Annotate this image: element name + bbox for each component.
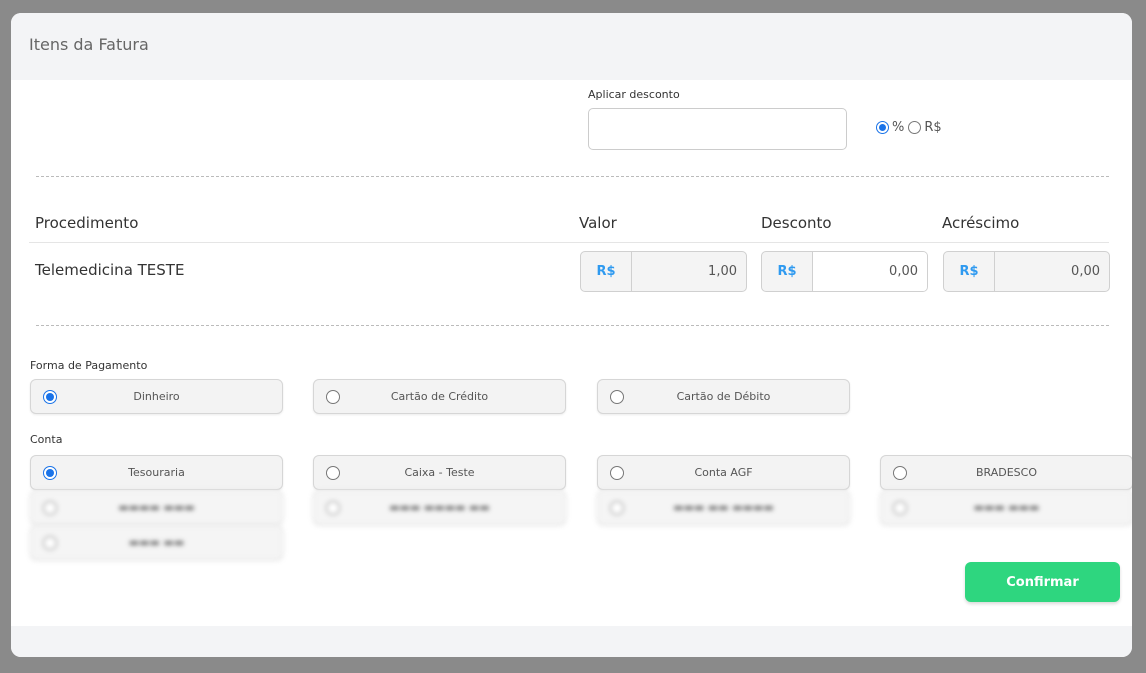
account-option-redacted[interactable]: ▬▬▬ ▬▬▬ <box>880 490 1132 525</box>
payment-option-debit-card[interactable]: Cartão de Débito <box>597 379 850 414</box>
account-option-label: Tesouraria <box>128 466 185 479</box>
account-option-label: BRADESCO <box>975 466 1037 479</box>
account-option-caixa-teste[interactable]: Caixa - Teste <box>313 455 566 490</box>
value-amount: 1,00 <box>708 264 737 279</box>
payment-option-credit-card[interactable]: Cartão de Crédito <box>313 379 566 414</box>
radio-icon[interactable] <box>893 466 907 480</box>
column-header-value: Valor <box>579 214 617 232</box>
column-header-procedure: Procedimento <box>35 214 139 232</box>
account-option-bradesco[interactable]: BRADESCO <box>880 455 1132 490</box>
payment-option-label: Cartão de Crédito <box>390 390 489 403</box>
redacted-label: ▬▬▬ ▬▬ <box>128 536 185 549</box>
invoice-items-modal: Itens da Fatura Aplicar desconto % R$ Pr… <box>11 13 1132 657</box>
radio-icon[interactable] <box>610 390 624 404</box>
discount-field[interactable]: R$ 0,00 <box>761 251 928 292</box>
discount-currency-prefix: R$ <box>762 252 813 291</box>
redacted-label: ▬▬▬ ▬▬ ▬▬▬▬ <box>673 501 774 514</box>
modal-footer <box>11 626 1132 657</box>
account-option-redacted[interactable]: ▬▬▬ ▬▬▬▬ ▬▬ <box>313 490 566 525</box>
payment-method-label: Forma de Pagamento <box>30 359 148 372</box>
payment-option-label: Cartão de Débito <box>676 390 771 403</box>
radio-icon[interactable] <box>43 466 57 480</box>
radio-icon[interactable] <box>326 390 340 404</box>
discount-currency-radio[interactable] <box>908 121 922 134</box>
account-label: Conta <box>30 433 63 446</box>
account-option-conta-agf[interactable]: Conta AGF <box>597 455 850 490</box>
redacted-label: ▬▬▬ ▬▬▬ <box>973 501 1040 514</box>
value-field: R$ 1,00 <box>580 251 747 292</box>
account-option-label: Conta AGF <box>694 466 753 479</box>
procedure-name: Telemedicina TESTE <box>35 261 185 279</box>
discount-percent-radio[interactable] <box>876 121 889 134</box>
column-header-surcharge: Acréscimo <box>942 214 1020 232</box>
discount-amount[interactable]: 0,00 <box>813 252 927 291</box>
redacted-label: ▬▬▬▬ ▬▬▬ <box>118 501 195 514</box>
divider <box>36 176 1109 177</box>
radio-icon[interactable] <box>43 501 57 515</box>
discount-label: Aplicar desconto <box>588 88 680 101</box>
payment-option-cash[interactable]: Dinheiro <box>30 379 283 414</box>
account-option-label: Caixa - Teste <box>404 466 475 479</box>
radio-icon[interactable] <box>43 390 57 404</box>
modal-title: Itens da Fatura <box>29 35 149 54</box>
radio-icon[interactable] <box>610 466 624 480</box>
redacted-label: ▬▬▬ ▬▬▬▬ ▬▬ <box>389 501 490 514</box>
surcharge-amount: 0,00 <box>1071 264 1100 279</box>
payment-option-label: Dinheiro <box>133 390 180 403</box>
discount-percent-label: % <box>892 120 905 135</box>
divider <box>36 325 1109 326</box>
radio-icon[interactable] <box>610 501 624 515</box>
discount-currency-label: R$ <box>924 120 942 135</box>
radio-icon[interactable] <box>893 501 907 515</box>
radio-icon[interactable] <box>326 501 340 515</box>
table-header-line <box>29 242 1109 243</box>
confirm-button[interactable]: Confirmar <box>965 562 1120 602</box>
value-currency-prefix: R$ <box>581 252 632 291</box>
modal-header: Itens da Fatura <box>11 13 1132 80</box>
account-option-redacted[interactable]: ▬▬▬▬ ▬▬▬ <box>30 490 283 525</box>
surcharge-field: R$ 0,00 <box>943 251 1110 292</box>
discount-type-group: % R$ <box>876 120 942 135</box>
radio-icon[interactable] <box>43 536 57 550</box>
account-option-tesouraria[interactable]: Tesouraria <box>30 455 283 490</box>
discount-input[interactable] <box>588 108 847 150</box>
surcharge-currency-prefix: R$ <box>944 252 995 291</box>
account-option-redacted[interactable]: ▬▬▬ ▬▬ ▬▬▬▬ <box>597 490 850 525</box>
radio-icon[interactable] <box>326 466 340 480</box>
account-option-redacted[interactable]: ▬▬▬ ▬▬ <box>30 525 283 560</box>
column-header-discount: Desconto <box>761 214 832 232</box>
